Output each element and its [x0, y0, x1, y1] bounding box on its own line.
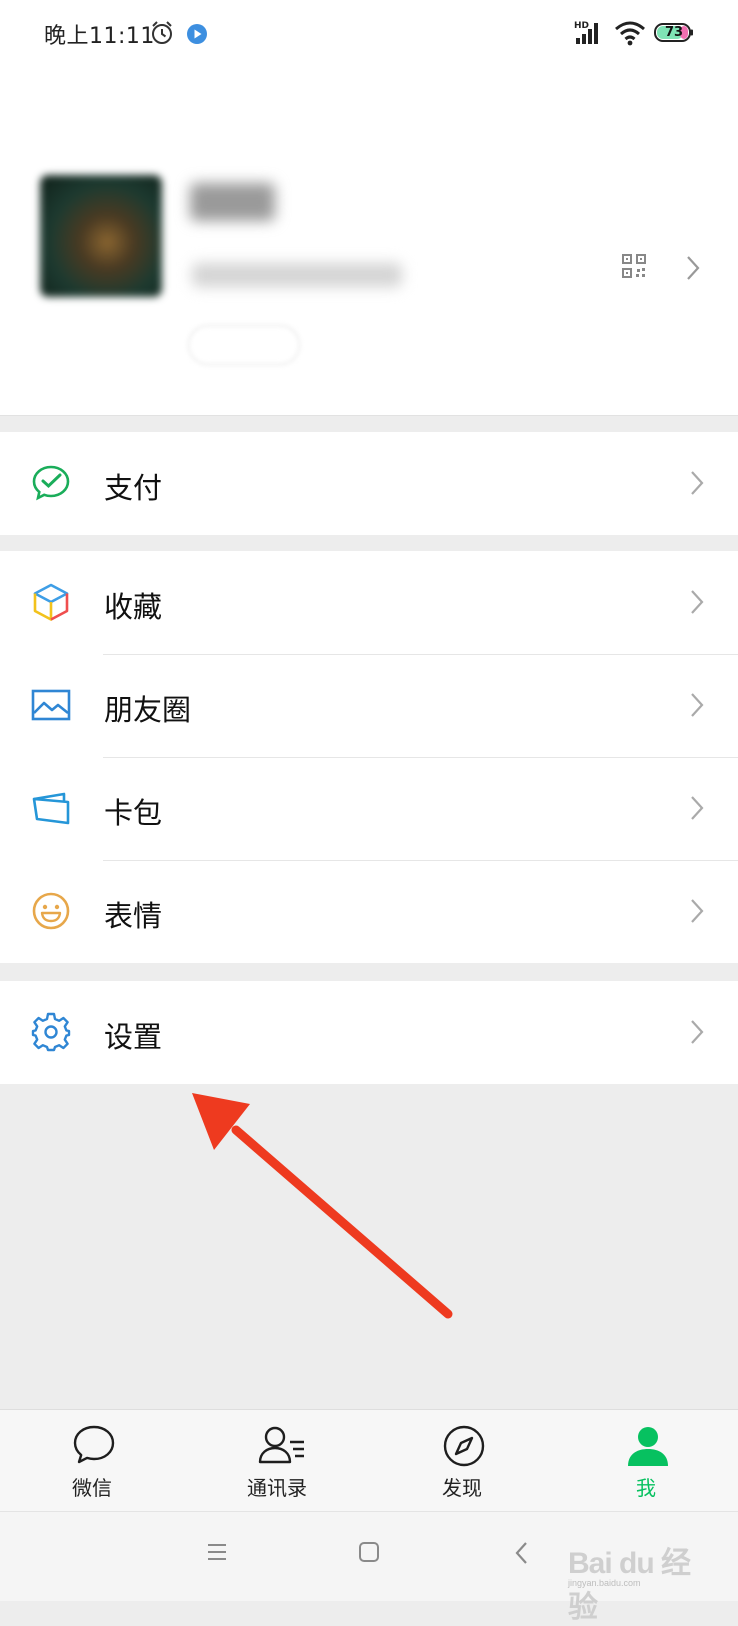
tab-chats[interactable]: 微信 — [22, 1410, 162, 1512]
compass-icon — [442, 1424, 486, 1472]
wechat-id-blurred — [192, 263, 402, 287]
bottom-tab-bar: 微信 通讯录 发现 我 — [0, 1409, 738, 1512]
status-bar: 晚上11:11 HD 73 — [0, 0, 738, 70]
menu-group-pay: 支付 — [0, 432, 738, 535]
chevron-right-icon — [690, 470, 704, 500]
wifi-icon — [614, 19, 646, 51]
person-icon — [626, 1424, 670, 1472]
system-nav-bar: Bai du 经验 jingyan.baidu.com — [0, 1511, 738, 1624]
chevron-right-icon — [690, 898, 704, 928]
menu-group-settings: 设置 — [0, 981, 738, 1084]
wechat-pay-icon — [31, 463, 71, 503]
contacts-icon — [257, 1424, 307, 1470]
home-icon[interactable] — [358, 1541, 380, 1567]
tab-label: 通讯录 — [247, 1476, 307, 1500]
profile-header[interactable] — [0, 70, 738, 416]
gear-icon — [31, 1012, 71, 1052]
menu-item-moments[interactable]: 朋友圈 — [0, 654, 738, 757]
menu-item-cards[interactable]: 卡包 — [0, 757, 738, 860]
qr-code-icon[interactable] — [622, 254, 646, 282]
tab-label: 我 — [636, 1476, 656, 1500]
avatar[interactable] — [40, 175, 162, 297]
chevron-right-icon — [690, 692, 704, 722]
menu-item-pay[interactable]: 支付 — [0, 432, 738, 535]
back-icon[interactable] — [514, 1541, 530, 1569]
picture-icon — [31, 685, 71, 725]
menu-item-settings[interactable]: 设置 — [0, 981, 738, 1084]
smiley-icon — [31, 891, 71, 931]
menu-item-label: 收藏 — [104, 590, 163, 624]
chevron-right-icon[interactable] — [686, 255, 700, 285]
menu-icon[interactable] — [206, 1541, 228, 1567]
tab-discover[interactable]: 发现 — [392, 1410, 532, 1512]
tab-label: 微信 — [72, 1476, 112, 1500]
menu-item-stickers[interactable]: 表情 — [0, 860, 738, 963]
chat-bubble-icon — [72, 1424, 116, 1470]
cellular-signal-icon: HD — [574, 19, 604, 51]
tab-contacts[interactable]: 通讯录 — [207, 1410, 347, 1512]
baidu-watermark: Bai du 经验 jingyan.baidu.com — [560, 1532, 710, 1624]
battery-level: 73 — [664, 25, 684, 40]
menu-item-label: 设置 — [104, 1020, 163, 1054]
menu-group-main: 收藏 朋友圈 卡包 表情 — [0, 551, 738, 963]
status-pill-blurred[interactable] — [188, 325, 300, 365]
chevron-right-icon — [690, 1019, 704, 1049]
network-label: HD — [574, 21, 589, 31]
menu-item-label: 支付 — [104, 471, 163, 505]
tab-label: 发现 — [442, 1476, 482, 1500]
alarm-icon — [149, 20, 175, 50]
status-time: 晚上11:11 — [44, 24, 155, 49]
tab-me[interactable]: 我 — [576, 1410, 716, 1512]
cube-icon — [31, 582, 71, 622]
battery-indicator: 73 — [654, 23, 694, 42]
profile-name-blurred — [190, 183, 275, 221]
menu-item-label: 表情 — [104, 899, 163, 933]
chevron-right-icon — [690, 589, 704, 619]
card-holder-icon — [31, 788, 71, 828]
chevron-right-icon — [690, 795, 704, 825]
watermark-sub: jingyan.baidu.com — [568, 1578, 641, 1588]
menu-item-label: 卡包 — [104, 796, 163, 830]
media-play-icon — [186, 23, 208, 49]
menu-item-favorites[interactable]: 收藏 — [0, 551, 738, 654]
menu-item-label: 朋友圈 — [104, 693, 192, 727]
